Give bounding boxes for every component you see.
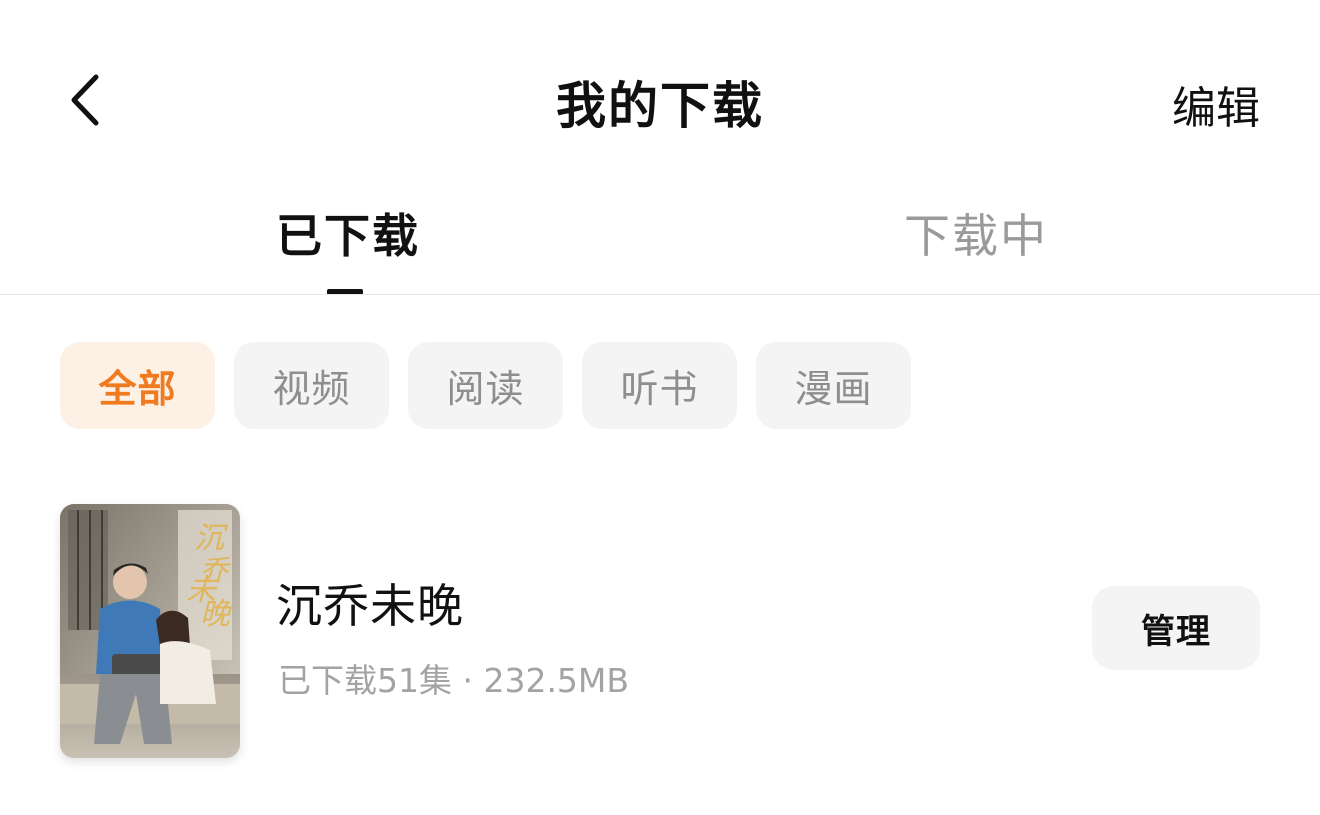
downloads-page: 我的下载 编辑 已下载 下载中 全部 视频 阅读 听书 漫画 沉 乔 未 晚 沉… <box>0 0 1320 815</box>
cover-artwork: 沉 乔 未 晚 <box>60 504 240 758</box>
tab-downloading[interactable]: 下载中 <box>904 200 1048 266</box>
tab-downloaded[interactable]: 已下载 <box>276 200 420 266</box>
filter-chip-video[interactable]: 视频 <box>234 342 389 429</box>
filter-chip-audiobook[interactable]: 听书 <box>582 342 737 429</box>
page-title: 我的下载 <box>556 77 764 135</box>
download-list-item[interactable]: 沉 乔 未 晚 沉乔未晚 已下载51集 · 232.5MB 管理 <box>60 504 1260 760</box>
filter-chip-reading[interactable]: 阅读 <box>408 342 563 429</box>
download-title: 沉乔未晚 <box>276 579 464 633</box>
cover-image[interactable]: 沉 乔 未 晚 <box>60 504 240 758</box>
download-meta: 已下载51集 · 232.5MB <box>278 661 630 700</box>
svg-text:晚: 晚 <box>200 597 233 632</box>
filter-chip-all[interactable]: 全部 <box>60 342 215 429</box>
tab-divider <box>0 294 1320 295</box>
filter-chip-comics[interactable]: 漫画 <box>756 342 911 429</box>
edit-button[interactable]: 编辑 <box>1172 72 1260 136</box>
filter-chips: 全部 视频 阅读 听书 漫画 <box>60 342 911 429</box>
svg-text:沉: 沉 <box>194 521 229 556</box>
manage-button[interactable]: 管理 <box>1092 586 1260 670</box>
